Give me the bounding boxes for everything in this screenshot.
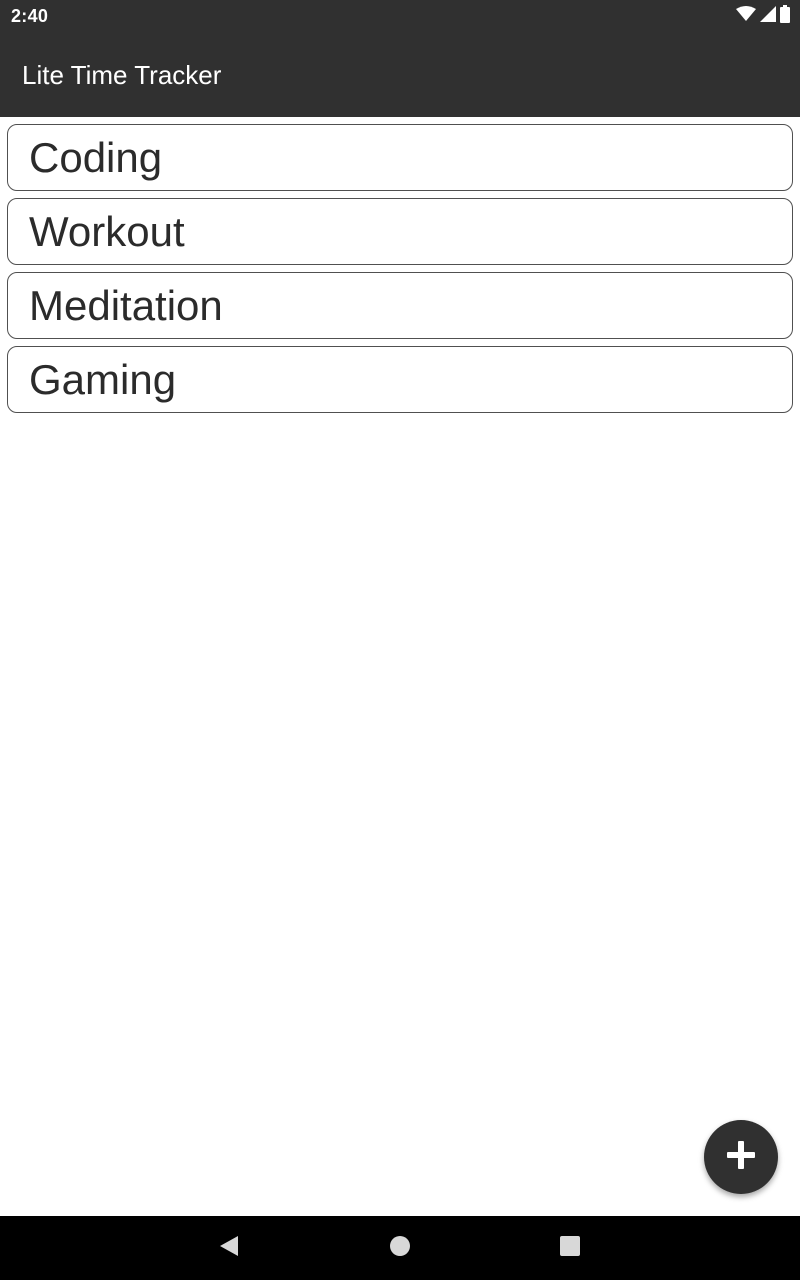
cellular-signal-icon (760, 5, 776, 27)
plus-icon (726, 1140, 756, 1175)
home-icon (389, 1235, 411, 1262)
activity-item-gaming[interactable]: Gaming (7, 346, 793, 413)
back-icon (218, 1235, 240, 1262)
back-button[interactable] (217, 1235, 241, 1262)
wifi-icon (736, 5, 756, 27)
activity-item-coding[interactable]: Coding (7, 124, 793, 191)
status-icons (736, 4, 790, 28)
recents-button[interactable] (558, 1235, 582, 1262)
activity-label: Gaming (29, 355, 177, 403)
app-title: Lite Time Tracker (22, 60, 222, 90)
battery-icon (780, 4, 790, 28)
activity-list: Coding Workout Meditation Gaming (7, 124, 793, 420)
home-button[interactable] (388, 1235, 412, 1262)
recents-icon (559, 1235, 581, 1262)
activity-item-meditation[interactable]: Meditation (7, 272, 793, 339)
status-bar: 2:40 (0, 0, 800, 32)
app-bar: Lite Time Tracker (0, 32, 800, 117)
add-activity-button[interactable] (704, 1120, 778, 1194)
activity-label: Meditation (29, 281, 223, 329)
activity-label: Coding (29, 133, 163, 181)
navigation-bar (0, 1216, 800, 1280)
activity-item-workout[interactable]: Workout (7, 198, 793, 265)
status-time: 2:40 (11, 6, 49, 26)
activity-label: Workout (29, 207, 185, 255)
